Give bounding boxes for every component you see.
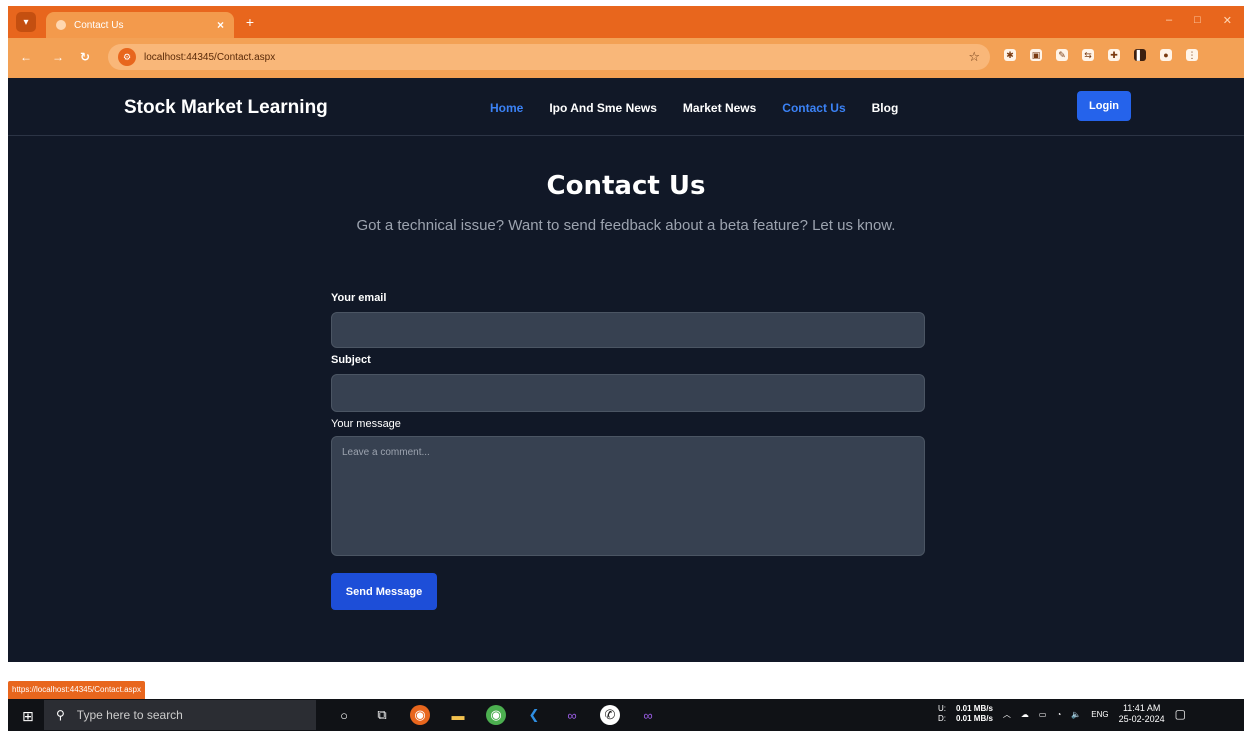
site-navbar: Stock Market Learning Home Ipo And Sme N… <box>8 78 1244 136</box>
chrome-icon[interactable]: ◉ <box>410 705 430 725</box>
website: Stock Market Learning Home Ipo And Sme N… <box>8 78 1244 662</box>
message-label: Your message <box>331 418 401 430</box>
side-panel-icon[interactable]: ▌ <box>1134 49 1146 61</box>
clock[interactable]: 11:41 AM 25-02-2024 <box>1119 703 1165 725</box>
browser-tab[interactable]: Contact Us × <box>46 12 234 38</box>
taskbar-search-box[interactable]: ⚲ Type here to search <box>44 700 316 730</box>
forward-arrow-icon[interactable]: → <box>52 50 64 64</box>
windows-taskbar: ⊞ ⚲ Type here to search ○ ⧉ ◉ ▬ ◉ ❮ ∞ ✆ … <box>8 699 1244 731</box>
site-brand[interactable]: Stock Market Learning <box>124 97 328 119</box>
url-field[interactable]: ⚙ localhost:44345/Contact.aspx ☆ <box>108 44 990 70</box>
file-explorer-icon[interactable]: ▬ <box>448 705 468 725</box>
browser-menu-icon[interactable]: ⋮ <box>1186 49 1198 61</box>
minimize-icon[interactable]: – <box>1166 14 1172 27</box>
extension-react-icon[interactable]: ✱ <box>1004 49 1016 61</box>
battery-icon[interactable]: ▭ <box>1039 710 1047 719</box>
nav-link-ipo-sme-news[interactable]: Ipo And Sme News <box>549 101 657 115</box>
visual-studio-2-icon[interactable]: ∞ <box>638 705 658 725</box>
send-message-button[interactable]: Send Message <box>331 573 437 610</box>
tab-close-icon[interactable]: × <box>217 18 224 32</box>
visual-studio-icon[interactable]: ∞ <box>562 705 582 725</box>
windows-start-icon[interactable]: ⊞ <box>22 708 34 725</box>
tab-favicon-icon <box>56 20 66 30</box>
tab-title: Contact Us <box>74 19 124 31</box>
status-bar-url: https://localhost:44345/Contact.aspx <box>8 681 145 699</box>
tray-chevron-icon[interactable]: ︿ <box>1003 709 1011 720</box>
onedrive-icon[interactable]: ☁ <box>1021 710 1029 719</box>
download-speed: 0.01 MB/s <box>956 714 993 723</box>
email-label: Your email <box>331 292 387 304</box>
net-speeds: 0.01 MB/s 0.01 MB/s <box>956 704 993 724</box>
contact-form: Your email Subject Your message Send Mes… <box>331 292 925 610</box>
volume-icon[interactable]: 🔈 <box>1071 710 1081 719</box>
notification-icon[interactable]: ▢ <box>1175 707 1186 721</box>
close-window-icon[interactable]: ✕ <box>1223 14 1232 27</box>
download-label: D: <box>938 714 946 723</box>
login-button[interactable]: Login <box>1077 91 1131 121</box>
nav-link-market-news[interactable]: Market News <box>683 101 756 115</box>
language-indicator[interactable]: ENG <box>1091 710 1108 719</box>
chrome-profile-icon[interactable]: ◉ <box>486 705 506 725</box>
extension-screen-icon[interactable]: ▣ <box>1030 49 1042 61</box>
browser-address-bar: ← → ↻ ⚙ localhost:44345/Contact.aspx ☆ ✱… <box>8 38 1244 78</box>
extension-pen-icon[interactable]: ✎ <box>1056 49 1068 61</box>
subject-input[interactable] <box>331 374 925 412</box>
nav-link-blog[interactable]: Blog <box>872 101 899 115</box>
task-view-icon[interactable]: ⧉ <box>372 705 392 725</box>
nav-link-home[interactable]: Home <box>490 101 523 115</box>
page-title: Contact Us <box>546 171 706 201</box>
bookmark-star-icon[interactable]: ☆ <box>968 49 980 65</box>
nav-links: Home Ipo And Sme News Market News Contac… <box>490 101 924 115</box>
extensions-puzzle-icon[interactable]: ✚ <box>1108 49 1120 61</box>
search-icon: ⚲ <box>56 708 65 722</box>
subject-label: Subject <box>331 354 371 366</box>
email-input[interactable] <box>331 312 925 348</box>
message-textarea[interactable] <box>331 436 925 556</box>
system-tray: U: D: 0.01 MB/s 0.01 MB/s ︿ ☁ ▭ ◔ 🔈 ENG … <box>938 703 1186 725</box>
browser-tab-bar: ▾ Contact Us × + – □ ✕ <box>8 6 1244 38</box>
vscode-icon[interactable]: ❮ <box>524 705 544 725</box>
page-subtitle: Got a technical issue? Want to send feed… <box>356 217 896 234</box>
back-arrow-icon[interactable]: ← <box>20 50 32 64</box>
window-controls: – □ ✕ <box>1166 14 1232 27</box>
clock-date: 25-02-2024 <box>1118 714 1165 724</box>
extension-translate-icon[interactable]: ⇆ <box>1082 49 1094 61</box>
taskbar-apps: ○ ⧉ ◉ ▬ ◉ ❮ ∞ ✆ ∞ <box>334 705 658 725</box>
extension-icons: ✱ ▣ ✎ ⇆ ✚ ▌ ● ⋮ <box>1004 49 1198 61</box>
whatsapp-icon[interactable]: ✆ <box>600 705 620 725</box>
reload-icon[interactable]: ↻ <box>80 50 90 64</box>
nav-link-contact-us[interactable]: Contact Us <box>782 101 845 115</box>
site-info-icon[interactable]: ⚙ <box>118 48 136 66</box>
maximize-icon[interactable]: □ <box>1194 14 1201 27</box>
upload-label: U: <box>938 704 946 713</box>
cortana-icon[interactable]: ○ <box>334 705 354 725</box>
tab-search-chevron-icon[interactable]: ▾ <box>16 12 36 32</box>
new-tab-icon[interactable]: + <box>240 12 260 32</box>
profile-avatar-icon[interactable]: ● <box>1160 49 1172 61</box>
search-placeholder: Type here to search <box>76 708 183 722</box>
clock-time: 11:41 AM <box>1122 703 1161 713</box>
screen: ▾ Contact Us × + – □ ✕ ← → ↻ ⚙ localhost… <box>0 0 1244 731</box>
url-text: localhost:44345/Contact.aspx <box>144 51 276 63</box>
upload-speed: 0.01 MB/s <box>956 704 993 713</box>
wifi-icon[interactable]: ◔ <box>1056 710 1061 719</box>
net-labels: U: D: <box>938 704 946 724</box>
